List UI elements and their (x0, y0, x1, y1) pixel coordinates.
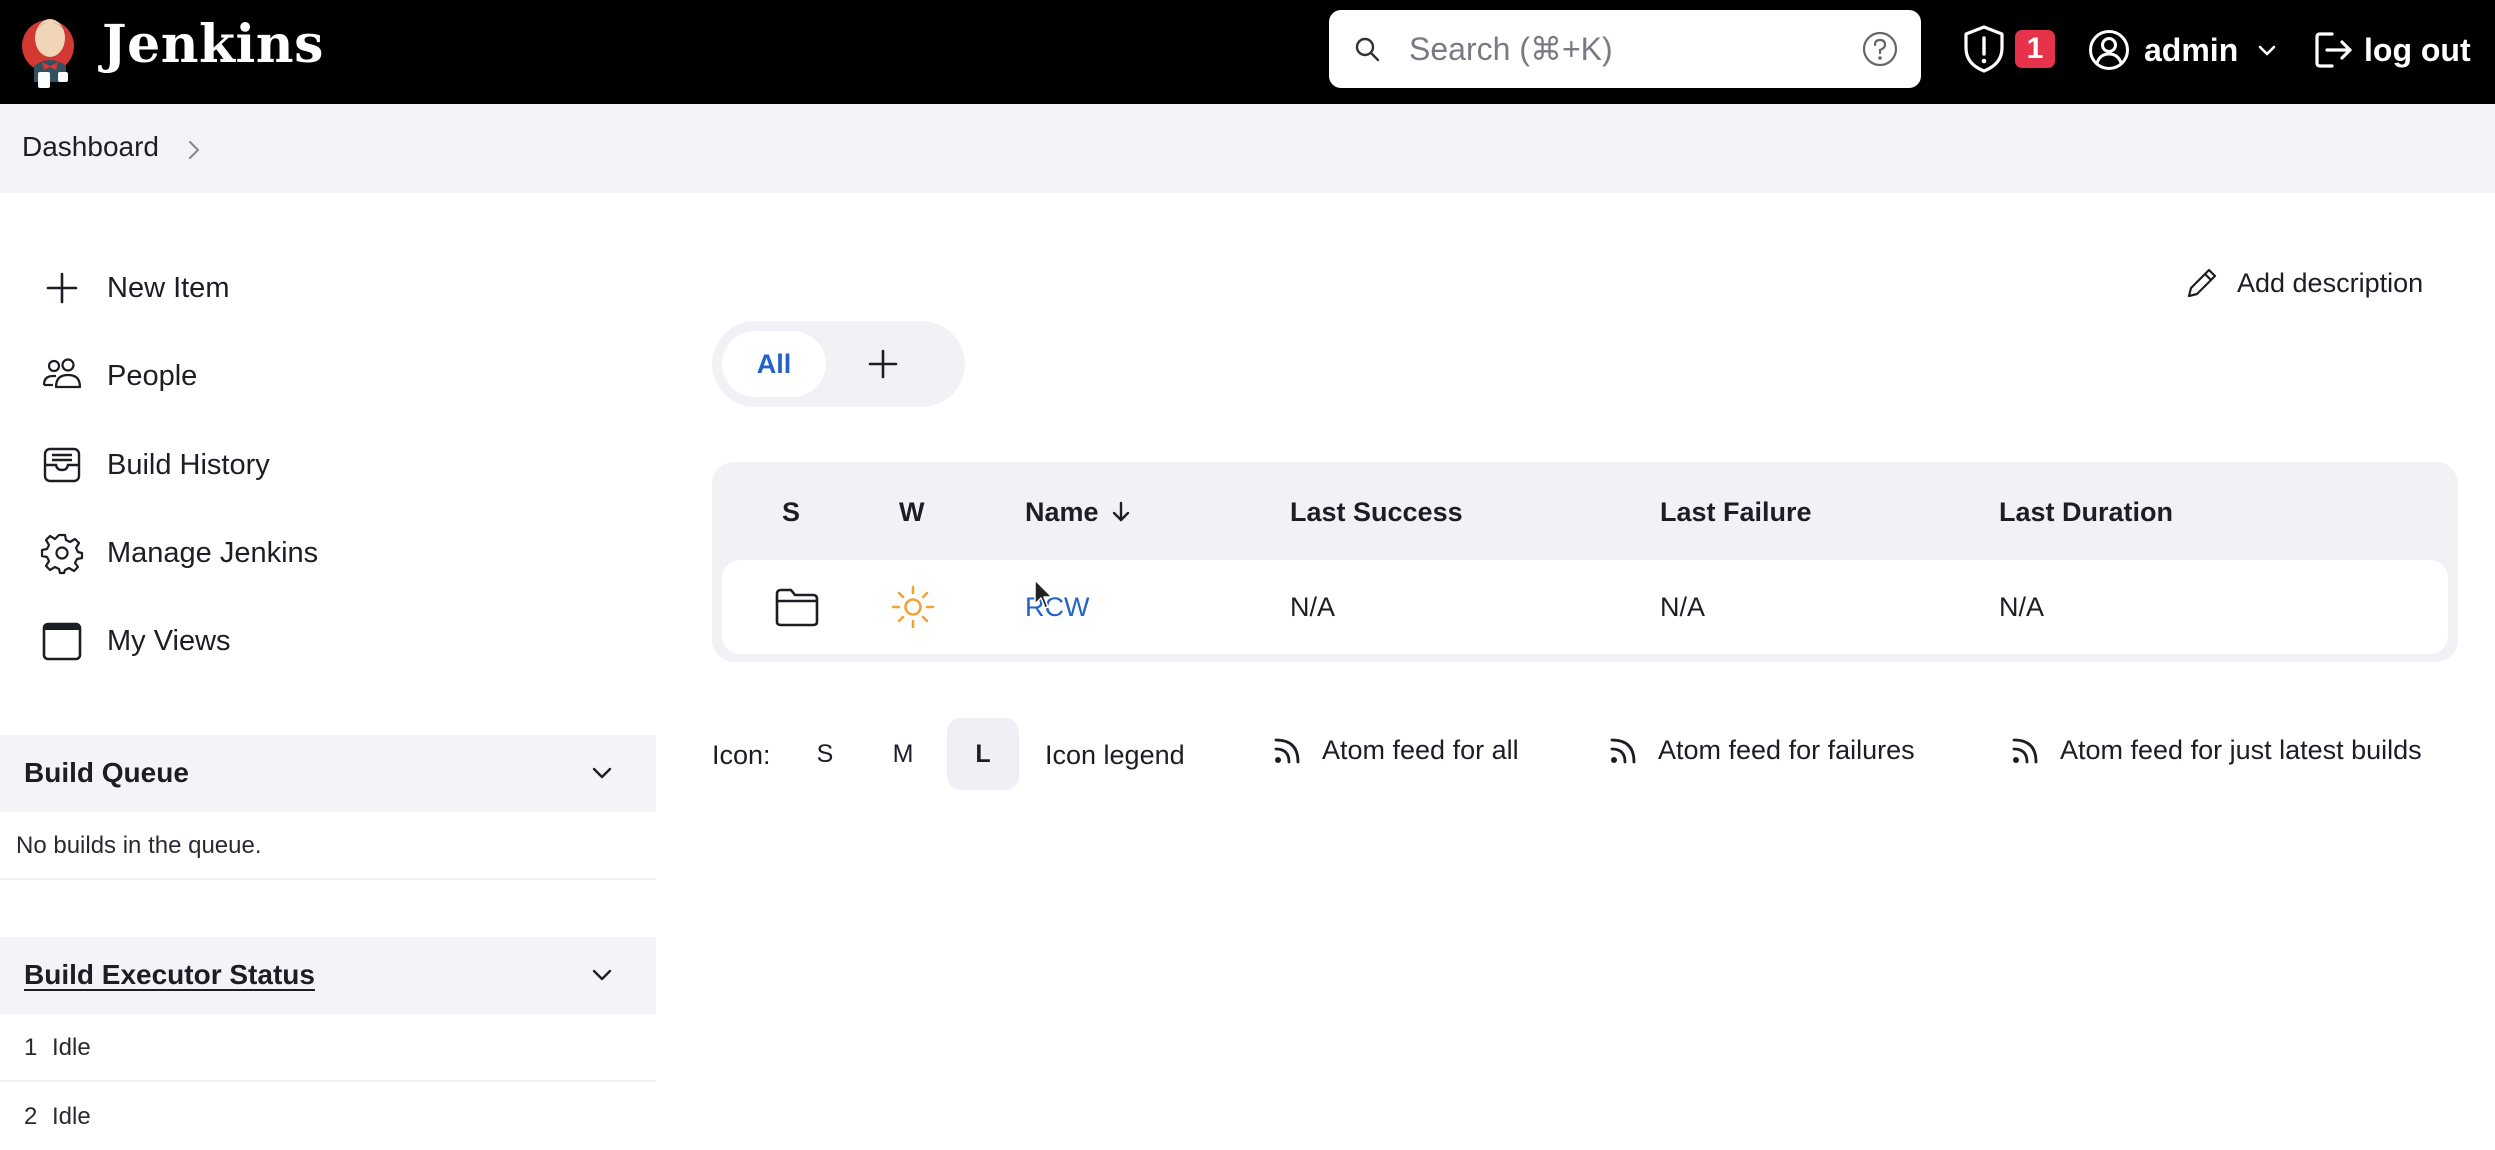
atom-feed-latest-link[interactable]: Atom feed for just latest builds (2010, 734, 2422, 766)
column-header-name-label: Name (1025, 497, 1099, 527)
tab-all[interactable]: All (722, 331, 826, 397)
view-tabs: All (712, 321, 965, 407)
table-row: RCW N/A N/A N/A (722, 560, 2448, 654)
column-header-last-duration[interactable]: Last Duration (1999, 497, 2173, 528)
atom-feed-failures-label: Atom feed for failures (1658, 734, 1915, 765)
icon-size-bar: Icon: S M L Icon legend Atom feed for al… (712, 718, 2492, 790)
search-icon (1355, 37, 1380, 62)
column-header-name[interactable]: Name (1025, 497, 1131, 528)
search-input[interactable] (1409, 24, 1829, 74)
build-queue-header[interactable]: Build Queue (0, 735, 656, 812)
add-description-button[interactable]: Add description (2185, 266, 2423, 300)
executor-status: Idle (52, 1034, 91, 1061)
sidebar-item-new-item[interactable]: New Item (0, 253, 650, 323)
rss-icon (1274, 738, 1300, 764)
chevron-down-icon[interactable] (2256, 39, 2278, 61)
icon-size-large[interactable]: L (947, 718, 1019, 790)
chevron-down-icon[interactable] (590, 763, 614, 783)
gear-icon (40, 533, 84, 575)
build-queue-empty: No builds in the queue. (0, 812, 656, 880)
breadcrumb: Dashboard (0, 104, 2495, 193)
top-header: Jenkins 1 admin (0, 0, 2495, 104)
column-header-last-success[interactable]: Last Success (1290, 497, 1463, 528)
window-icon (42, 622, 82, 661)
executor-number: 1 (24, 1034, 38, 1061)
sidebar-item-label: Manage Jenkins (107, 536, 319, 569)
chevron-down-icon[interactable] (590, 965, 614, 985)
security-warning-icon[interactable] (1962, 24, 2006, 74)
add-view-icon[interactable] (862, 343, 904, 385)
pencil-icon (2187, 268, 2217, 298)
user-name[interactable]: admin (2144, 32, 2238, 69)
last-failure-value: N/A (1660, 592, 1706, 622)
executor-row: 2 Idle (0, 1083, 656, 1150)
sidebar-item-build-history[interactable]: Build History (0, 430, 650, 500)
search-box[interactable] (1329, 10, 1921, 88)
last-duration-value: N/A (1999, 592, 2045, 622)
atom-feed-all-link[interactable]: Atom feed for all (1272, 734, 1519, 766)
sun-icon (891, 585, 935, 629)
folder-icon (775, 588, 819, 627)
security-badge-count[interactable]: 1 (2015, 30, 2055, 68)
executor-status: Idle (52, 1103, 91, 1130)
sidebar-item-my-views[interactable]: My Views (0, 606, 650, 676)
sidebar-item-manage-jenkins[interactable]: Manage Jenkins (0, 518, 650, 588)
sidebar-item-label: New Item (107, 271, 230, 304)
atom-feed-latest-label: Atom feed for just latest builds (2060, 734, 2422, 765)
build-history-icon (43, 447, 81, 483)
rss-icon (1610, 738, 1636, 764)
jenkins-logo-icon[interactable] (20, 10, 82, 90)
logout-button[interactable]: log out (2312, 22, 2471, 78)
icon-legend-link[interactable]: Icon legend (1045, 740, 1185, 771)
sidebar-item-label: People (107, 359, 198, 392)
sidebar-item-label: My Views (107, 624, 231, 657)
column-header-status[interactable]: S (782, 497, 800, 528)
build-queue-title: Build Queue (24, 757, 189, 788)
breadcrumb-dashboard[interactable]: Dashboard (22, 131, 159, 163)
add-description-label: Add description (2237, 267, 2424, 298)
executor-status-header: Build Executor Status (0, 937, 656, 1014)
column-header-last-failure[interactable]: Last Failure (1660, 497, 1812, 528)
executor-number: 2 (24, 1103, 38, 1130)
last-success-value: N/A (1290, 592, 1336, 622)
sidebar-item-people[interactable]: People (0, 341, 650, 411)
build-queue-empty-text: No builds in the queue. (16, 832, 262, 859)
executor-status-title[interactable]: Build Executor Status (24, 959, 315, 991)
rss-icon (2012, 738, 2038, 764)
logout-label: log out (2364, 31, 2471, 68)
icon-size-medium[interactable]: M (867, 718, 939, 790)
executor-row: 1 Idle (0, 1014, 656, 1082)
people-icon (42, 358, 82, 389)
help-icon[interactable] (1861, 30, 1899, 68)
plus-icon (46, 272, 78, 304)
user-avatar-icon (2089, 30, 2129, 70)
arrow-down-icon (1112, 501, 1129, 522)
icon-size-small[interactable]: S (789, 718, 861, 790)
brand-name[interactable]: Jenkins (102, 14, 324, 75)
mouse-cursor-icon (1034, 579, 1053, 609)
projects-table: S W Name Last Success Last Failure Last … (712, 462, 2458, 662)
atom-feed-failures-link[interactable]: Atom feed for failures (1608, 734, 1915, 766)
icon-size-label: Icon: (712, 740, 771, 770)
sidebar-item-label: Build History (107, 448, 270, 481)
column-header-weather[interactable]: W (899, 497, 924, 528)
chevron-right-icon[interactable] (186, 139, 202, 161)
logout-icon (2315, 32, 2352, 68)
atom-feed-all-label: Atom feed for all (1322, 734, 1519, 765)
user-menu[interactable]: admin (2088, 22, 2278, 78)
